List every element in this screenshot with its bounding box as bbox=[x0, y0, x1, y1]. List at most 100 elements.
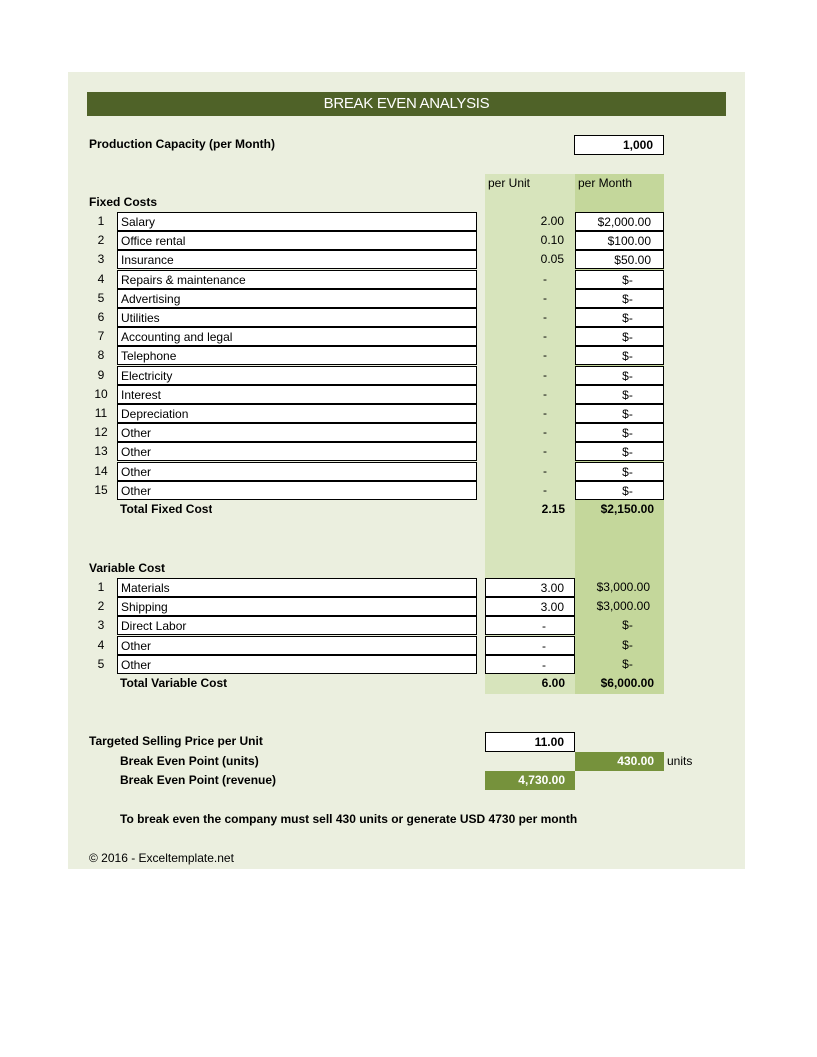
total-variable-per-unit: 6.00 bbox=[541, 676, 565, 690]
break-even-units-label: Break Even Point (units) bbox=[120, 754, 259, 768]
total-fixed-cost-label: Total Fixed Cost bbox=[120, 502, 213, 516]
per-unit-cost[interactable]: - bbox=[485, 654, 575, 674]
row-number: 2 bbox=[97, 233, 105, 248]
summary-text: To break even the company must sell 430 … bbox=[120, 812, 578, 826]
cost-name-input[interactable]: Advertising bbox=[117, 288, 477, 308]
row-number: 14 bbox=[94, 463, 108, 478]
cost-name-input[interactable]: Other bbox=[117, 654, 477, 674]
per-month-cost[interactable]: $- bbox=[575, 480, 664, 500]
per-unit-cost: - bbox=[543, 482, 547, 497]
row-number: 1 bbox=[97, 580, 105, 594]
per-unit-cost: - bbox=[543, 271, 547, 286]
cost-name-input[interactable]: Repairs & maintenance bbox=[117, 269, 477, 289]
per-month-cost: $3,000.00 bbox=[596, 580, 650, 594]
per-unit-cost: - bbox=[543, 329, 547, 344]
row-number: 3 bbox=[97, 618, 105, 633]
production-capacity-label: Production Capacity (per Month) bbox=[89, 137, 275, 151]
cost-name-input[interactable]: Salary bbox=[117, 212, 477, 231]
per-unit-cost: - bbox=[543, 444, 547, 459]
total-fixed-per-month: $2,150.00 bbox=[600, 502, 654, 516]
per-month-cost: $- bbox=[622, 618, 633, 633]
per-month-cost[interactable]: $- bbox=[575, 308, 664, 327]
per-month-cost[interactable]: $- bbox=[575, 327, 664, 347]
per-unit-cost: 0.05 bbox=[540, 252, 564, 267]
row-number: 5 bbox=[97, 290, 105, 305]
cost-name-input[interactable]: Other bbox=[117, 480, 477, 500]
row-number: 8 bbox=[97, 348, 105, 363]
variable-cost-heading: Variable Cost bbox=[89, 561, 166, 575]
per-month-cost[interactable]: $- bbox=[575, 365, 664, 385]
cost-name-input[interactable]: Accounting and legal bbox=[117, 327, 477, 347]
per-month-cost[interactable]: $- bbox=[575, 461, 664, 481]
row-number: 4 bbox=[97, 637, 105, 652]
page-title: BREAK EVEN ANALYSIS bbox=[87, 92, 726, 116]
selling-price-label: Targeted Selling Price per Unit bbox=[89, 734, 263, 748]
row-number: 6 bbox=[97, 310, 105, 324]
row-number: 7 bbox=[97, 329, 105, 344]
per-month-cost[interactable]: $100.00 bbox=[575, 231, 664, 251]
per-unit-cost: - bbox=[543, 367, 547, 382]
row-number: 13 bbox=[94, 444, 108, 459]
total-variable-cost-label: Total Variable Cost bbox=[120, 676, 228, 690]
cost-name-input[interactable]: Other bbox=[117, 442, 477, 462]
copyright-footer: © 2016 - Exceltemplate.net bbox=[89, 851, 234, 865]
per-month-cost[interactable]: $- bbox=[575, 346, 664, 366]
per-month-cost: $3,000.00 bbox=[596, 599, 650, 614]
fixed-costs-heading: Fixed Costs bbox=[89, 195, 158, 209]
production-capacity-input[interactable]: 1,000 bbox=[574, 135, 664, 155]
cost-name-input[interactable]: Interest bbox=[117, 384, 477, 404]
per-unit-cost: - bbox=[543, 406, 547, 420]
cost-name-input[interactable]: Materials bbox=[117, 578, 477, 597]
cost-name-input[interactable]: Shipping bbox=[117, 597, 477, 617]
row-number: 4 bbox=[97, 271, 105, 286]
cost-name-input[interactable]: Telephone bbox=[117, 346, 477, 366]
row-number: 2 bbox=[97, 599, 105, 614]
selling-price-input[interactable]: 11.00 bbox=[485, 732, 575, 752]
per-unit-cost[interactable]: 3.00 bbox=[485, 578, 575, 597]
per-month-cost[interactable]: $- bbox=[575, 269, 664, 289]
cost-name-input[interactable]: Depreciation bbox=[117, 404, 477, 423]
per-unit-cost: - bbox=[543, 425, 547, 440]
row-number: 12 bbox=[94, 425, 108, 440]
per-unit-cost[interactable]: - bbox=[485, 616, 575, 636]
cost-name-input[interactable]: Office rental bbox=[117, 231, 477, 251]
per-unit-cost: - bbox=[543, 386, 547, 401]
total-fixed-per-unit: 2.15 bbox=[541, 502, 565, 516]
per-unit-header: per Unit bbox=[488, 176, 531, 190]
per-unit-cost: - bbox=[543, 348, 547, 363]
per-month-cost[interactable]: $2,000.00 bbox=[575, 212, 664, 231]
per-month-cost[interactable]: $- bbox=[575, 384, 664, 404]
row-number: 1 bbox=[97, 214, 105, 228]
per-month-cost[interactable]: $- bbox=[575, 442, 664, 462]
per-unit-cost[interactable]: 3.00 bbox=[485, 597, 575, 617]
per-month-cost[interactable]: $50.00 bbox=[575, 250, 664, 270]
row-number: 3 bbox=[97, 252, 105, 267]
row-number: 9 bbox=[97, 367, 105, 382]
cost-name-input[interactable]: Electricity bbox=[117, 365, 477, 385]
per-unit-cost: - bbox=[543, 463, 547, 478]
cost-name-input[interactable]: Insurance bbox=[117, 250, 477, 270]
break-even-units-value: 430.00 bbox=[575, 752, 664, 771]
per-month-cost: $- bbox=[622, 637, 633, 652]
cost-name-input[interactable]: Utilities bbox=[117, 308, 477, 327]
per-month-cost: $- bbox=[622, 656, 633, 671]
total-variable-per-month: $6,000.00 bbox=[600, 676, 654, 690]
per-month-cost[interactable]: $- bbox=[575, 423, 664, 443]
per-unit-cost: 0.10 bbox=[540, 233, 564, 248]
break-even-units-suffix: units bbox=[667, 754, 693, 768]
per-unit-cost: - bbox=[543, 310, 547, 324]
per-unit-cost: - bbox=[543, 290, 547, 305]
row-number: 5 bbox=[97, 656, 105, 671]
per-month-cost[interactable]: $- bbox=[575, 288, 664, 308]
row-number: 15 bbox=[94, 482, 108, 497]
cost-name-input[interactable]: Direct Labor bbox=[117, 616, 477, 636]
cost-name-input[interactable]: Other bbox=[117, 423, 477, 443]
cost-name-input[interactable]: Other bbox=[117, 461, 477, 481]
break-even-revenue-value: 4,730.00 bbox=[485, 771, 575, 790]
per-unit-cost: 2.00 bbox=[540, 214, 564, 228]
row-number: 11 bbox=[94, 406, 108, 420]
row-number: 10 bbox=[94, 386, 108, 401]
cost-name-input[interactable]: Other bbox=[117, 635, 477, 655]
per-month-cost[interactable]: $- bbox=[575, 404, 664, 423]
per-unit-cost[interactable]: - bbox=[485, 635, 575, 655]
